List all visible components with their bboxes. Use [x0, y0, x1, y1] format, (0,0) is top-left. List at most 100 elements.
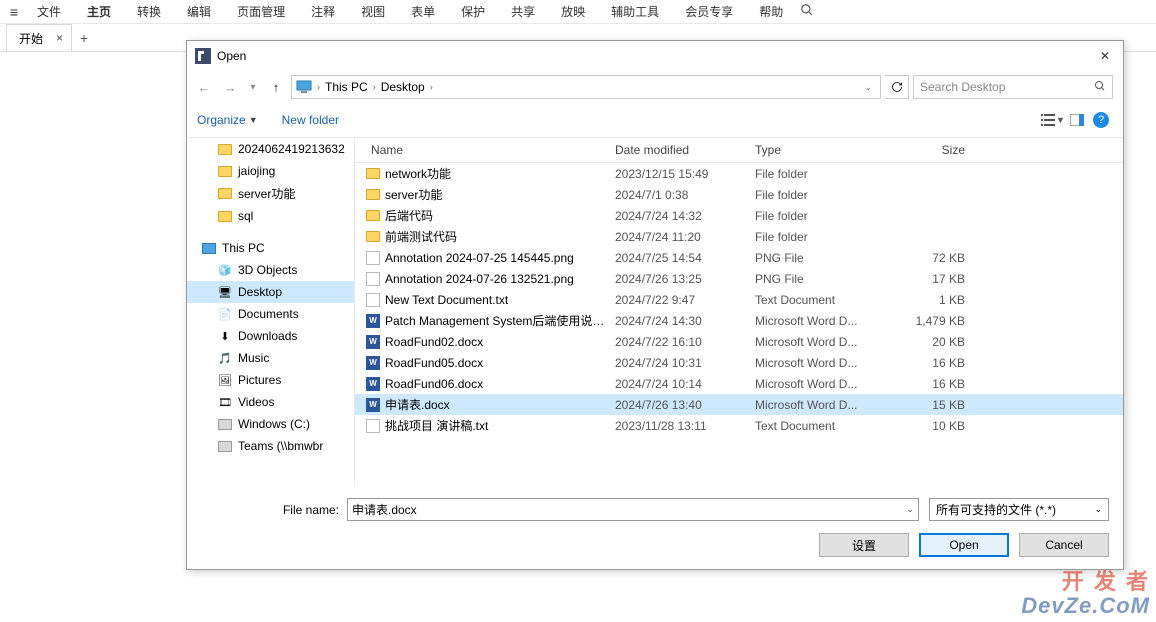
menu-item-9[interactable]: 共享	[498, 1, 548, 22]
view-mode-button[interactable]: ▼	[1041, 109, 1065, 131]
filetype-select[interactable]: 所有可支持的文件 (*.*) ⌄	[929, 498, 1109, 521]
menu-item-11[interactable]: 辅助工具	[598, 1, 672, 22]
file-row[interactable]: WRoadFund02.docx2024/7/22 16:10Microsoft…	[355, 331, 1123, 352]
close-tab-icon[interactable]: ×	[56, 31, 63, 45]
file-date: 2023/12/15 15:49	[615, 167, 755, 181]
tree-recent-item[interactable]: 2024062419213632	[187, 138, 354, 160]
hamburger-icon[interactable]: ≡	[4, 4, 24, 20]
tree-location-item[interactable]: 🎞Videos	[187, 391, 354, 413]
nav-forward-button[interactable]: →	[219, 76, 241, 98]
breadcrumb-desktop[interactable]: Desktop	[381, 80, 425, 94]
folder-icon	[217, 186, 233, 202]
new-folder-button[interactable]: New folder	[282, 113, 339, 127]
breadcrumb-thispc[interactable]: This PC	[325, 80, 368, 94]
column-name[interactable]: Name	[355, 143, 615, 157]
column-size[interactable]: Size	[905, 143, 975, 157]
file-type: Microsoft Word D...	[755, 335, 905, 349]
tree-location-item[interactable]: ⬇Downloads	[187, 325, 354, 347]
file-date: 2024/7/1 0:38	[615, 188, 755, 202]
help-button[interactable]: ?	[1089, 109, 1113, 131]
breadcrumb[interactable]: › This PC › Desktop › ⌄	[291, 75, 881, 99]
menu-item-10[interactable]: 放映	[548, 1, 598, 22]
file-name: 申请表.docx	[385, 396, 615, 413]
menu-item-12[interactable]: 会员专享	[672, 1, 746, 22]
tree-location-item[interactable]: Windows (C:)	[187, 413, 354, 435]
menu-item-4[interactable]: 页面管理	[224, 1, 298, 22]
cancel-button[interactable]: Cancel	[1019, 533, 1109, 557]
document-tab-start[interactable]: 开始 ×	[6, 24, 72, 51]
tree-location-item[interactable]: Teams (\\bmwbr	[187, 435, 354, 457]
tree-recent-item[interactable]: server功能	[187, 182, 354, 205]
menu-search-icon[interactable]	[800, 3, 814, 20]
menu-item-3[interactable]: 编辑	[174, 1, 224, 22]
file-row[interactable]: server功能2024/7/1 0:38File folder	[355, 184, 1123, 205]
file-row[interactable]: 后端代码2024/7/24 14:32File folder	[355, 205, 1123, 226]
file-row[interactable]: W申请表.docx2024/7/26 13:40Microsoft Word D…	[355, 394, 1123, 415]
nav-history-button[interactable]: ▾	[245, 76, 261, 98]
menubar: ≡ 文件主页转换编辑页面管理注释视图表单保护共享放映辅助工具会员专享帮助	[0, 0, 1156, 24]
tree-location-item[interactable]: 📄Documents	[187, 303, 354, 325]
file-row[interactable]: network功能2023/12/15 15:49File folder	[355, 163, 1123, 184]
menu-item-6[interactable]: 视图	[348, 1, 398, 22]
file-list-header[interactable]: Name Date modified Type Size	[355, 138, 1123, 163]
file-row[interactable]: WRoadFund05.docx2024/7/24 10:31Microsoft…	[355, 352, 1123, 373]
filename-input[interactable]: 申请表.docx ⌄	[347, 498, 919, 521]
file-row[interactable]: WPatch Management System后端使用说…2024/7/24 …	[355, 310, 1123, 331]
menu-item-0[interactable]: 文件	[24, 1, 74, 22]
dialog-close-button[interactable]: ✕	[1095, 49, 1115, 63]
breadcrumb-dropdown-icon[interactable]: ⌄	[864, 82, 876, 93]
menu-item-2[interactable]: 转换	[124, 1, 174, 22]
nav-back-button[interactable]: ←	[193, 76, 215, 98]
nav-up-button[interactable]: ↑	[265, 76, 287, 98]
word-icon: W	[365, 334, 381, 350]
organize-menu[interactable]: Organize ▼	[197, 113, 258, 127]
column-type[interactable]: Type	[755, 143, 905, 157]
refresh-button[interactable]	[885, 75, 909, 99]
settings-button[interactable]: 设置	[819, 533, 909, 557]
filename-dropdown-icon[interactable]: ⌄	[906, 504, 914, 515]
file-row[interactable]: 挑战项目 演讲稿.txt2023/11/28 13:11Text Documen…	[355, 415, 1123, 436]
menu-item-8[interactable]: 保护	[448, 1, 498, 22]
file-name: 挑战项目 演讲稿.txt	[385, 417, 615, 434]
filetype-dropdown-icon[interactable]: ⌄	[1094, 504, 1102, 515]
file-row[interactable]: New Text Document.txt2024/7/22 9:47Text …	[355, 289, 1123, 310]
chevron-right-icon[interactable]: ›	[314, 82, 323, 92]
search-input[interactable]: Search Desktop	[913, 75, 1113, 99]
pic-icon: 🖼	[217, 372, 233, 388]
folder-icon	[365, 187, 381, 203]
open-button[interactable]: Open	[919, 533, 1009, 557]
word-icon: W	[365, 355, 381, 371]
menu-item-1[interactable]: 主页	[74, 1, 124, 22]
folder-tree[interactable]: 2024062419213632jaiojingserver功能sql This …	[187, 138, 355, 486]
filetype-value: 所有可支持的文件 (*.*)	[936, 501, 1056, 518]
new-tab-button[interactable]: +	[72, 30, 96, 46]
word-icon: W	[365, 376, 381, 392]
column-date[interactable]: Date modified	[615, 143, 755, 157]
tree-location-item[interactable]: 🖼Pictures	[187, 369, 354, 391]
file-date: 2024/7/26 13:40	[615, 398, 755, 412]
folder-icon	[217, 163, 233, 179]
tree-location-item[interactable]: 🧊3D Objects	[187, 259, 354, 281]
menu-item-7[interactable]: 表单	[398, 1, 448, 22]
file-row[interactable]: Annotation 2024-07-25 145445.png2024/7/2…	[355, 247, 1123, 268]
file-size: 72 KB	[905, 251, 975, 265]
file-row[interactable]: WRoadFund06.docx2024/7/24 10:14Microsoft…	[355, 373, 1123, 394]
file-row[interactable]: Annotation 2024-07-26 132521.png2024/7/2…	[355, 268, 1123, 289]
menu-item-13[interactable]: 帮助	[746, 1, 796, 22]
file-date: 2024/7/24 10:31	[615, 356, 755, 370]
preview-pane-button[interactable]	[1065, 109, 1089, 131]
tree-recent-item[interactable]: jaiojing	[187, 160, 354, 182]
chevron-right-icon[interactable]: ›	[427, 82, 436, 92]
png-icon	[365, 271, 381, 287]
desktop-icon: 🖥	[217, 284, 233, 300]
tree-location-item[interactable]: 🎵Music	[187, 347, 354, 369]
tree-thispc[interactable]: This PC	[187, 237, 354, 259]
file-rows[interactable]: network功能2023/12/15 15:49File folderserv…	[355, 163, 1123, 486]
chevron-right-icon[interactable]: ›	[370, 82, 379, 92]
menu-item-5[interactable]: 注释	[298, 1, 348, 22]
tree-recent-item[interactable]: sql	[187, 205, 354, 227]
file-row[interactable]: 前端测试代码2024/7/24 11:20File folder	[355, 226, 1123, 247]
tree-location-item[interactable]: 🖥Desktop	[187, 281, 354, 303]
file-size: 1 KB	[905, 293, 975, 307]
file-type: Microsoft Word D...	[755, 314, 905, 328]
